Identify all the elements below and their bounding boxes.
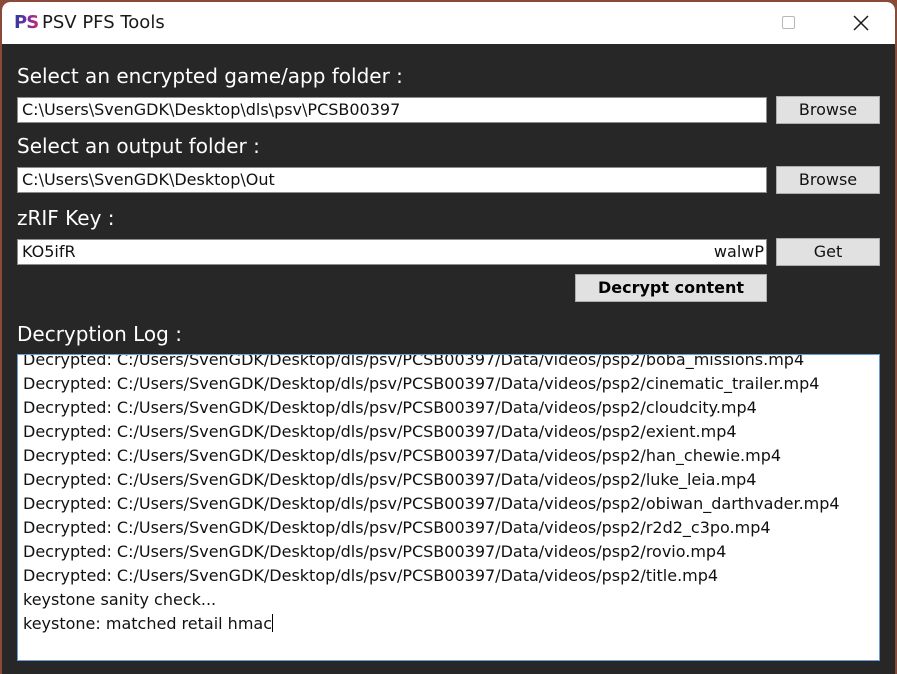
log-line: Decrypted: C:/Users/SvenGDK/Desktop/dls/…	[23, 422, 737, 441]
log-line: Decrypted: C:/Users/SvenGDK/Desktop/dls/…	[23, 566, 719, 585]
app-window: PS PSV PFS Tools Select an encrypted gam…	[2, 2, 895, 674]
zrif-key-label: zRIF Key :	[17, 206, 115, 230]
maximize-icon	[782, 16, 795, 29]
decrypt-content-button[interactable]: Decrypt content	[575, 274, 767, 302]
log-line: Decrypted: C:/Users/SvenGDK/Desktop/dls/…	[23, 398, 757, 417]
log-line: Decrypted: C:/Users/SvenGDK/Desktop/dls/…	[23, 494, 840, 513]
close-button[interactable]	[825, 2, 895, 44]
app-logo-icon: PS	[14, 12, 39, 33]
decryption-log-textbox[interactable]: Decrypted: C:/Users/SvenGDK/Desktop/dls/…	[17, 354, 880, 661]
text-caret	[272, 614, 274, 632]
zrif-redaction	[76, 242, 706, 262]
browse-input-button[interactable]: Browse	[776, 96, 880, 124]
output-folder-label: Select an output folder :	[17, 134, 260, 158]
get-key-button[interactable]: Get	[776, 238, 880, 266]
input-folder-label: Select an encrypted game/app folder :	[17, 64, 403, 88]
zrif-key-value-start: KO5ifR	[22, 242, 76, 261]
minimize-icon	[700, 22, 712, 23]
minimize-button[interactable]	[671, 2, 741, 44]
log-line: Decrypted: C:/Users/SvenGDK/Desktop/dls/…	[23, 518, 771, 537]
zrif-key-value-end: walwP	[713, 242, 764, 261]
log-line: Decrypted: C:/Users/SvenGDK/Desktop/dls/…	[23, 470, 757, 489]
log-line: Decrypted: C:/Users/SvenGDK/Desktop/dls/…	[23, 374, 820, 393]
maximize-button[interactable]	[753, 2, 823, 44]
decryption-log-label: Decryption Log :	[17, 322, 182, 346]
log-line-text: keystone: matched retail hmac	[23, 614, 273, 633]
zrif-key-field[interactable]: KO5ifR walwP	[17, 239, 767, 265]
log-line: Decrypted: C:/Users/SvenGDK/Desktop/dls/…	[23, 354, 805, 369]
log-line: keystone sanity check...	[23, 590, 217, 609]
output-folder-field[interactable]: C:\Users\SvenGDK\Desktop\Out	[17, 167, 767, 193]
log-line: Decrypted: C:/Users/SvenGDK/Desktop/dls/…	[23, 446, 782, 465]
browse-output-button[interactable]: Browse	[776, 166, 880, 194]
log-lines: Decrypted: C:/Users/SvenGDK/Desktop/dls/…	[23, 354, 840, 636]
title-bar[interactable]: PS PSV PFS Tools	[2, 2, 895, 44]
input-folder-field[interactable]: C:\Users\SvenGDK\Desktop\dls\psv\PCSB003…	[17, 97, 767, 123]
log-line-last: keystone: matched retail hmac	[23, 612, 840, 636]
close-icon	[853, 15, 869, 31]
window-title: PSV PFS Tools	[42, 12, 165, 33]
log-line: Decrypted: C:/Users/SvenGDK/Desktop/dls/…	[23, 542, 727, 561]
